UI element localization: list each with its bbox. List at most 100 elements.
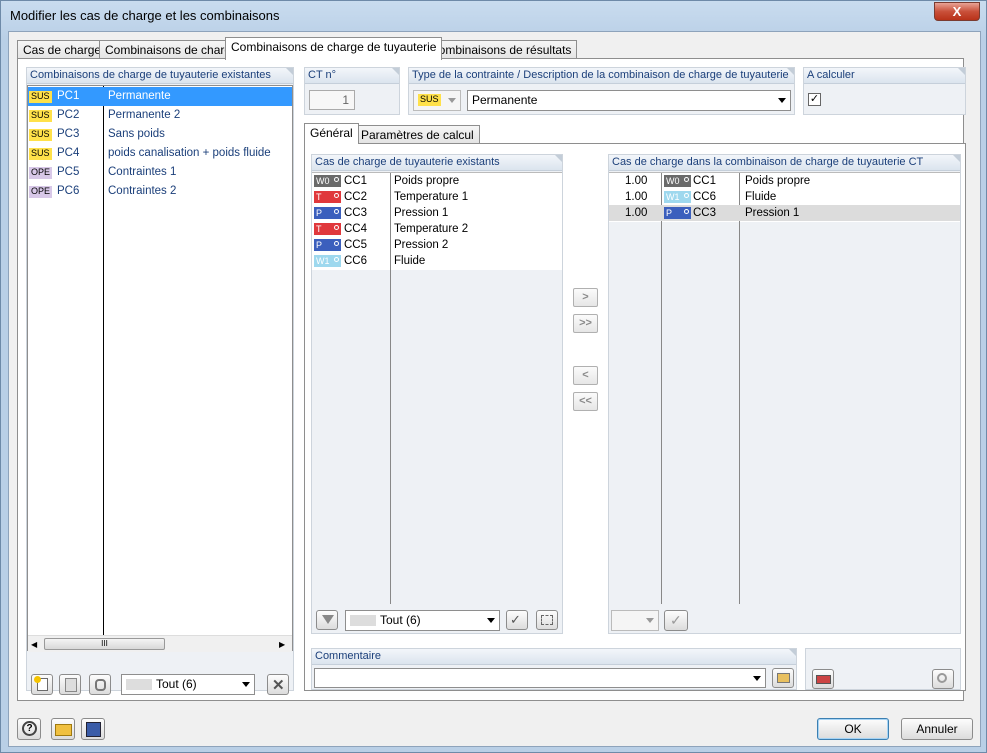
title-bar[interactable]: Modifier les cas de charge et les combin… xyxy=(1,1,986,31)
comment-field[interactable] xyxy=(314,668,766,688)
load-case-name: Pression 2 xyxy=(394,239,449,251)
load-type-label: W1 xyxy=(666,192,680,202)
load-type-label: T xyxy=(316,224,322,234)
delete-icon: ✕ xyxy=(272,677,285,694)
calculate-checkbox[interactable]: ✓ xyxy=(808,93,821,106)
load-case-id: CC4 xyxy=(344,223,368,235)
copy-combination-button[interactable] xyxy=(59,674,81,695)
load-type-tag: W0 xyxy=(664,175,691,187)
help-button[interactable]: ? xyxy=(17,718,41,740)
remove-selected-button[interactable]: < xyxy=(573,366,598,385)
add-selected-button[interactable]: > xyxy=(573,288,598,307)
ok-button[interactable]: OK xyxy=(817,718,889,740)
combination-name: Sans poids xyxy=(108,128,165,140)
load-case-row[interactable]: T CC4 Temperature 2 xyxy=(312,221,562,237)
tab-cas-de-charge[interactable]: Cas de charge xyxy=(17,40,108,60)
load-case-row[interactable]: P CC5 Pression 2 xyxy=(312,237,562,253)
existing-filter-value: Tout (6) xyxy=(380,613,421,627)
combination-load-case-row[interactable]: 1.00 W0 CC1 Poids propre xyxy=(609,173,960,189)
stress-badge: OPE xyxy=(29,167,53,179)
factor-select[interactable] xyxy=(611,610,659,631)
save-file-button[interactable] xyxy=(81,718,105,740)
circle-icon xyxy=(334,225,339,230)
load-case-id: CC6 xyxy=(693,191,717,203)
comment-library-button[interactable] xyxy=(772,668,794,688)
load-case-id: CC3 xyxy=(693,207,717,219)
scroll-thumb[interactable]: III xyxy=(44,638,165,650)
help-icon: ? xyxy=(22,721,37,736)
combinations-list[interactable]: SUS PC1 Permanente SUS PC2 Permanente 2 SUS PC3… xyxy=(27,85,293,652)
combination-row[interactable]: SUS PC1 Permanente xyxy=(28,87,292,106)
circle-icon xyxy=(684,177,689,182)
remove-all-button[interactable]: << xyxy=(573,392,598,411)
combination-load-cases-list[interactable]: 1.00 W0 CC1 Poids propre 1.00 W1 CC6 Fluide 1.00… xyxy=(609,172,960,604)
open-file-button[interactable] xyxy=(51,718,75,740)
ct-number-field[interactable]: 1 xyxy=(309,90,355,110)
combination-generator-button[interactable] xyxy=(89,674,111,695)
stress-badge: SUS xyxy=(29,91,52,103)
comment-group: Commentaire xyxy=(311,648,797,690)
combination-id: PC4 xyxy=(57,147,80,159)
apply-factor-button[interactable]: ✓ xyxy=(664,610,688,631)
type-group: Type de la contrainte / Description de l… xyxy=(408,67,795,115)
combination-row[interactable]: OPE PC5 Contraintes 1 xyxy=(28,163,292,182)
import-button[interactable] xyxy=(812,669,834,689)
existing-combinations-group: Combinaisons de charge de tuyauterie exi… xyxy=(26,67,294,695)
existing-combinations-header: Combinaisons de charge de tuyauterie exi… xyxy=(27,68,293,84)
load-case-row[interactable]: W1 CC6 Fluide xyxy=(312,253,562,269)
delete-combination-button[interactable]: ✕ xyxy=(267,674,289,695)
stress-type-select[interactable]: SUS xyxy=(413,90,461,111)
load-type-label: W1 xyxy=(316,256,330,266)
tab-label: Combinaisons de résultats xyxy=(430,43,572,57)
tab-combinaisons-resultats[interactable]: Combinaisons de résultats xyxy=(424,40,578,60)
horizontal-scrollbar[interactable]: ◀ III ▶ xyxy=(28,635,292,652)
scroll-left-icon[interactable]: ◀ xyxy=(31,640,37,649)
scroll-right-icon[interactable]: ▶ xyxy=(279,640,285,649)
search-button[interactable] xyxy=(932,669,954,689)
load-case-name: Temperature 2 xyxy=(394,223,469,235)
combination-load-case-row[interactable]: 1.00 P CC3 Pression 1 xyxy=(609,205,960,221)
combination-name: poids canalisation + poids fluide xyxy=(108,147,271,159)
existing-load-cases-list[interactable]: W0 CC1 Poids propre T CC2 Temperature 1 P CC3 Pr… xyxy=(312,172,562,604)
combination-id: PC1 xyxy=(57,90,80,102)
left-filter-select[interactable]: Tout (6) xyxy=(121,674,255,695)
description-value: Permanente xyxy=(472,93,538,107)
subtab-general[interactable]: Général xyxy=(304,123,359,144)
cancel-button[interactable]: Annuler xyxy=(901,718,973,740)
general-panel: Cas de charge de tuyauterie existants W0… xyxy=(304,143,966,691)
close-button[interactable]: X xyxy=(934,2,980,21)
import-icon xyxy=(816,675,831,684)
load-case-id: CC2 xyxy=(344,191,368,203)
combination-row[interactable]: OPE PC6 Contraintes 2 xyxy=(28,182,292,201)
funnel-icon xyxy=(322,615,334,624)
subtab-parametres-calcul[interactable]: Paramètres de calcul xyxy=(355,125,480,144)
description-select[interactable]: Permanente xyxy=(467,90,791,111)
invert-selection-button[interactable] xyxy=(536,610,558,630)
combination-row[interactable]: SUS PC4 poids canalisation + poids fluide xyxy=(28,144,292,163)
load-case-row[interactable]: T CC2 Temperature 1 xyxy=(312,189,562,205)
select-all-button[interactable]: ✓ xyxy=(506,610,528,630)
filter-color-swatch xyxy=(126,679,152,691)
add-all-button[interactable]: >> xyxy=(573,314,598,333)
circle-icon xyxy=(334,241,339,246)
load-type-label: T xyxy=(316,192,322,202)
existing-filter-select[interactable]: Tout (6) xyxy=(345,610,500,631)
double-arrow-right-icon: >> xyxy=(579,317,592,329)
load-case-name: Temperature 1 xyxy=(394,191,469,203)
load-case-id: CC1 xyxy=(344,175,368,187)
extra-tools-group xyxy=(805,648,961,690)
tab-combinaisons-de-charge[interactable]: Combinaisons de charge xyxy=(99,40,244,60)
arrow-left-icon: < xyxy=(582,369,589,381)
load-case-row[interactable]: P CC3 Pression 1 xyxy=(312,205,562,221)
load-case-row[interactable]: W0 CC1 Poids propre xyxy=(312,173,562,189)
combination-row[interactable]: SUS PC2 Permanente 2 xyxy=(28,106,292,125)
combination-load-case-row[interactable]: 1.00 W1 CC6 Fluide xyxy=(609,189,960,205)
new-combination-button[interactable] xyxy=(31,674,53,695)
existing-load-cases-header: Cas de charge de tuyauterie existants xyxy=(312,155,562,171)
load-case-name: Pression 1 xyxy=(394,207,449,219)
filter-button[interactable] xyxy=(316,610,338,630)
combination-row[interactable]: SUS PC3 Sans poids xyxy=(28,125,292,144)
tab-combinaisons-tuyauterie[interactable]: Combinaisons de charge de tuyauterie xyxy=(225,37,443,60)
folder-icon xyxy=(55,724,72,736)
star-icon xyxy=(34,676,41,683)
